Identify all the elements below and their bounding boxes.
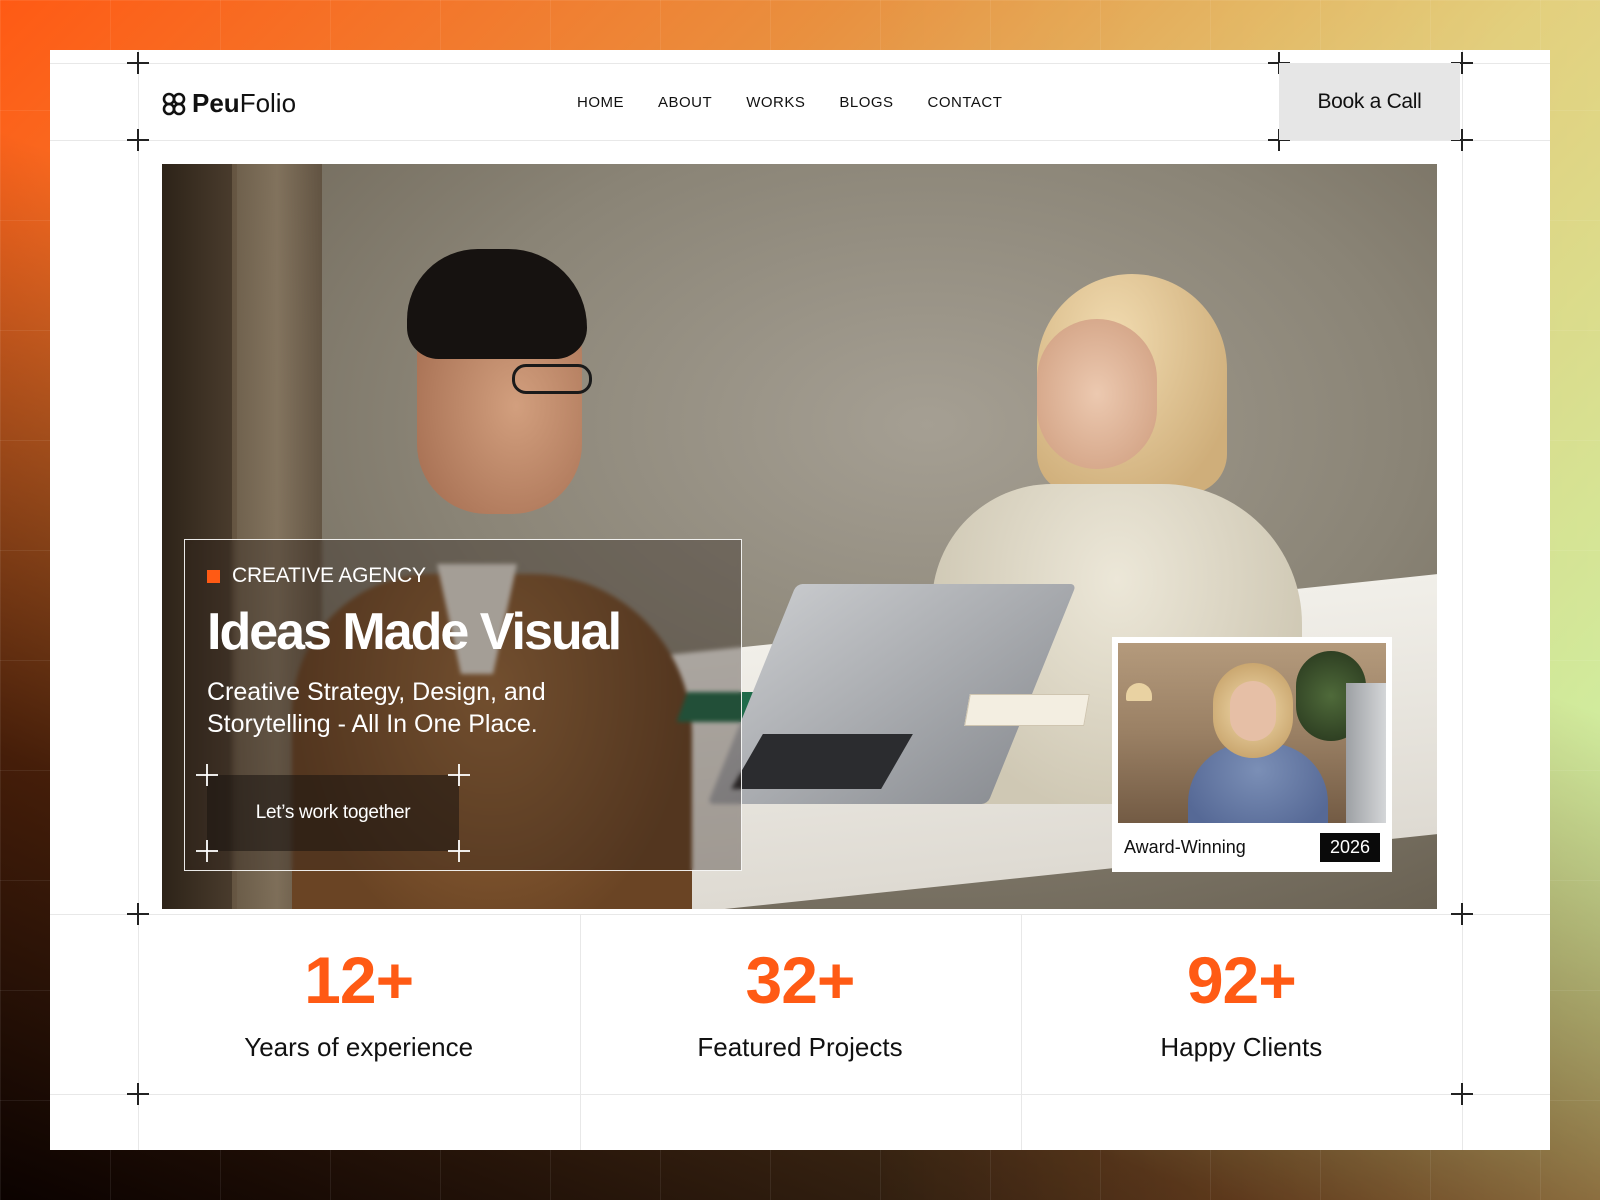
stat-projects: 32+ Featured Projects [579,914,1020,1094]
corner-cross-icon [448,840,470,862]
stat-value: 92+ [1186,943,1297,1017]
corner-cross-icon [196,840,218,862]
award-year-badge: 2026 [1319,833,1380,862]
corner-cross-icon [196,764,218,786]
hero-tag-label: CREATIVE AGENCY [232,564,426,587]
logo-text-bold: Peu [192,88,240,118]
stat-experience: 12+ Years of experience [138,914,579,1094]
nav-item-about[interactable]: ABOUT [658,94,712,111]
guide-line [1462,50,1463,1150]
stat-clients: 92+ Happy Clients [1021,914,1462,1094]
logo-text-light: Folio [239,88,297,118]
stat-label: Featured Projects [697,1032,903,1062]
stat-label: Years of experience [244,1032,474,1062]
book-a-call-button[interactable]: Book a Call [1279,63,1460,140]
corner-cross-icon [127,129,149,151]
stat-value: 12+ [304,943,414,1017]
guide-line [50,1094,1550,1095]
hero-title: Ideas Made Visual [207,603,622,661]
nav-item-home[interactable]: HOME [577,94,624,111]
square-marker-icon [207,569,220,583]
hero-image: CREATIVE AGENCY Ideas Made Visual Creati… [162,164,1437,909]
corner-cross-icon [448,764,470,786]
award-label: Award-Winning [1124,837,1246,857]
nav-item-works[interactable]: WORKS [746,94,805,111]
stats-row: 12+ Years of experience 32+ Featured Pro… [138,914,1462,1094]
stat-label: Happy Clients [1160,1032,1323,1062]
main-nav: HOME ABOUT WORKS BLOGS CONTACT [577,94,1002,111]
nav-item-blogs[interactable]: BLOGS [839,94,893,111]
clover-logo-icon [162,92,186,116]
corner-cross-icon [127,52,149,74]
work-together-button[interactable]: Let’s work together [207,775,459,851]
hero-subtitle: Creative Strategy, Design, and Storytell… [207,678,546,738]
website-mockup: PeuFolio HOME ABOUT WORKS BLOGS CONTACT … [50,50,1550,1150]
stat-value: 32+ [745,943,856,1017]
award-card[interactable]: Award-Winning 2026 [1112,637,1392,872]
guide-line [50,140,1550,141]
hero-text-panel: CREATIVE AGENCY Ideas Made Visual Creati… [184,539,742,871]
nav-item-contact[interactable]: CONTACT [928,94,1003,111]
award-photo [1118,643,1386,823]
hero-tag: CREATIVE AGENCY [207,564,426,588]
brand-logo[interactable]: PeuFolio [162,88,296,119]
